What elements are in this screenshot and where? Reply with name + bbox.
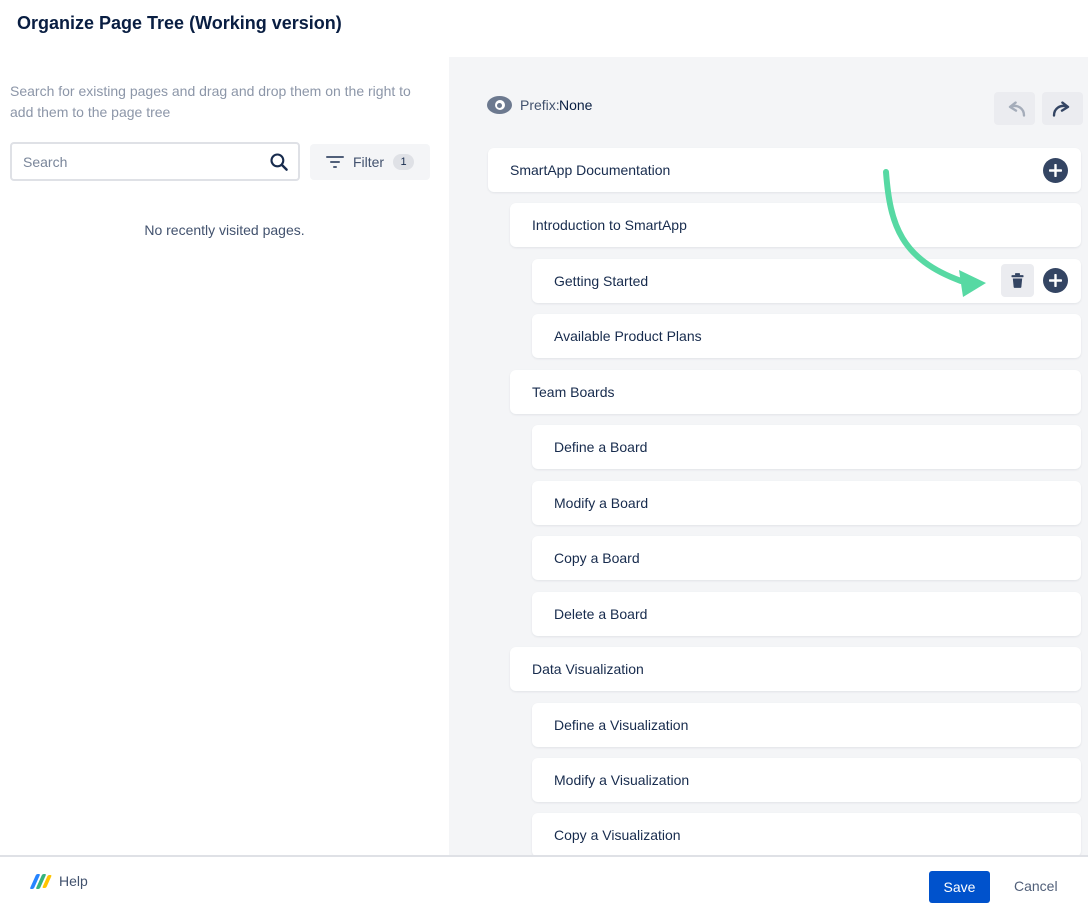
- tree-row[interactable]: Modify a Board: [532, 481, 1081, 525]
- add-child-page-button[interactable]: [1043, 268, 1068, 293]
- prefix-label: Prefix:: [520, 97, 560, 113]
- tree-row[interactable]: Team Boards: [510, 370, 1081, 414]
- tree-row-label: Introduction to SmartApp: [532, 217, 687, 233]
- search-panel: Search for existing pages and drag and d…: [0, 57, 449, 855]
- trash-icon: [1010, 272, 1025, 289]
- filter-label: Filter: [353, 154, 384, 170]
- tree-row-label: Modify a Visualization: [554, 772, 689, 788]
- undo-button[interactable]: [994, 92, 1035, 125]
- tree-row-label: Copy a Board: [554, 550, 640, 566]
- plus-icon: [1049, 274, 1062, 287]
- page-title: Organize Page Tree (Working version): [17, 13, 342, 34]
- tree-row-label: Available Product Plans: [554, 328, 702, 344]
- history-toolbar: [994, 92, 1083, 125]
- row-actions: [1001, 264, 1081, 297]
- tree-row[interactable]: Define a Board: [532, 425, 1081, 469]
- organize-page-tree-dialog: Organize Page Tree (Working version) Sea…: [0, 0, 1088, 911]
- tree-row[interactable]: Data Visualization: [510, 647, 1081, 691]
- tree-row-label: Delete a Board: [554, 606, 647, 622]
- instructions-text: Search for existing pages and drag and d…: [10, 81, 436, 123]
- tree-row[interactable]: Delete a Board: [532, 592, 1081, 636]
- page-tree-panel: Prefix: None SmartApp Documentation Intro…: [449, 57, 1088, 855]
- empty-state-message: No recently visited pages.: [0, 222, 449, 238]
- cancel-button[interactable]: Cancel: [1014, 878, 1058, 894]
- save-button[interactable]: Save: [929, 871, 990, 903]
- row-actions: [1043, 158, 1081, 183]
- filter-icon: [326, 156, 344, 168]
- delete-page-button[interactable]: [1001, 264, 1034, 297]
- tree-row-label: SmartApp Documentation: [510, 162, 670, 178]
- tree-row[interactable]: Copy a Visualization: [532, 813, 1081, 855]
- tree-row-label: Data Visualization: [532, 661, 644, 677]
- tree-row-label: Define a Board: [554, 439, 647, 455]
- add-child-page-button[interactable]: [1043, 158, 1068, 183]
- filter-count-badge: 1: [393, 154, 414, 170]
- tree-row-label: Modify a Board: [554, 495, 648, 511]
- tree-row-label: Team Boards: [532, 384, 614, 400]
- footer-bar: Help Save Cancel: [0, 855, 1088, 911]
- redo-button[interactable]: [1042, 92, 1083, 125]
- search-box: [10, 142, 300, 181]
- prefix-value: None: [559, 97, 592, 113]
- tree-row[interactable]: Define a Visualization: [532, 703, 1081, 747]
- filter-button[interactable]: Filter 1: [310, 144, 430, 180]
- redo-icon: [1051, 101, 1075, 117]
- tree-row[interactable]: SmartApp Documentation: [488, 148, 1081, 192]
- tree-row[interactable]: Introduction to SmartApp: [510, 203, 1081, 247]
- tree-row-label: Define a Visualization: [554, 717, 688, 733]
- tree-row[interactable]: Modify a Visualization: [532, 758, 1081, 802]
- plus-icon: [1049, 164, 1062, 177]
- tree-row-label: Getting Started: [554, 273, 648, 289]
- search-icon: [269, 152, 289, 172]
- help-button[interactable]: Help: [33, 873, 88, 889]
- undo-icon: [1003, 101, 1027, 117]
- tree-row[interactable]: Available Product Plans: [532, 314, 1081, 358]
- help-label: Help: [59, 873, 88, 889]
- tree-row[interactable]: Copy a Board: [532, 536, 1081, 580]
- tree-row[interactable]: Getting Started: [532, 259, 1081, 303]
- tree-row-label: Copy a Visualization: [554, 827, 681, 843]
- eye-icon: [487, 96, 512, 114]
- search-input[interactable]: [12, 144, 298, 179]
- help-logo-icon: [33, 874, 49, 889]
